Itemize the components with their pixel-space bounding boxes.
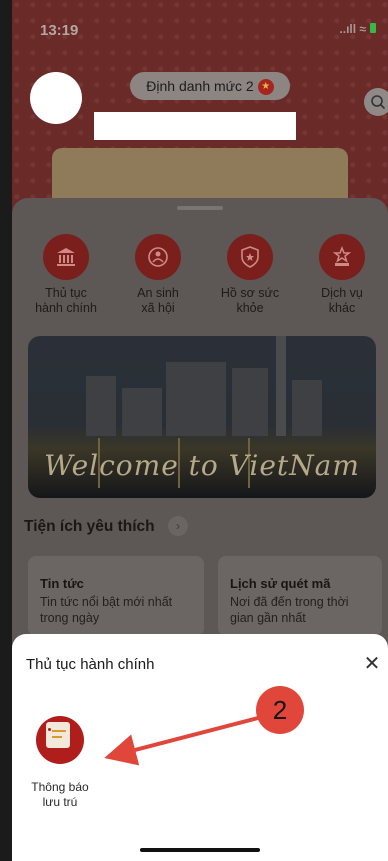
phone-frame: 13:19 ..ıll ≈ Định danh mức 2 ★ Thủ tục h… bbox=[0, 0, 388, 861]
app-screen: 13:19 ..ıll ≈ Định danh mức 2 ★ Thủ tục h… bbox=[12, 0, 388, 861]
annotation-arrow bbox=[104, 716, 259, 766]
annotation-step-number: 2 bbox=[256, 686, 304, 734]
home-indicator bbox=[140, 848, 260, 852]
